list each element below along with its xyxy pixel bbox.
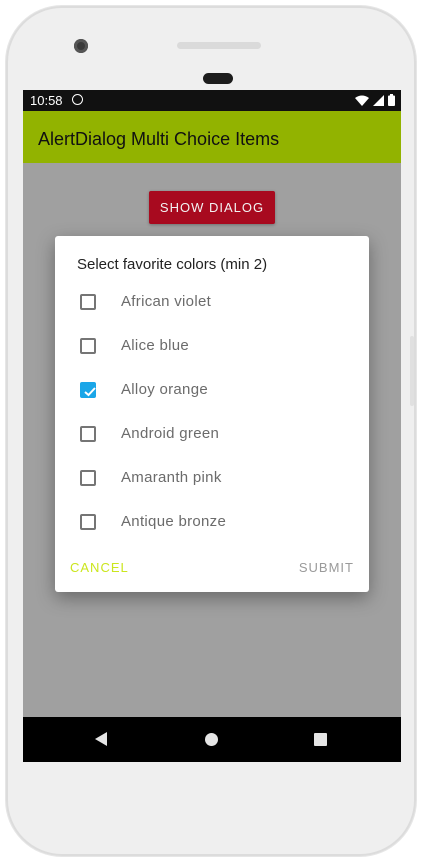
device-screen: 10:58 AlertDialog Multi Choice Items SHO…	[23, 90, 401, 762]
earpiece	[203, 73, 233, 84]
app-bar: AlertDialog Multi Choice Items	[23, 111, 401, 163]
top-speaker	[177, 42, 261, 49]
signal-icon	[373, 94, 384, 106]
battery-icon	[388, 94, 395, 106]
option-african-violet[interactable]: African violet	[55, 280, 369, 324]
option-label: Alice blue	[121, 337, 190, 354]
multi-choice-dialog: Select favorite colors (min 2) African v…	[55, 236, 369, 592]
status-bar: 10:58	[23, 90, 401, 111]
app-title: AlertDialog Multi Choice Items	[38, 129, 280, 149]
navigation-bar	[23, 717, 401, 762]
camera-icon	[74, 39, 88, 53]
option-android-green[interactable]: Android green	[55, 412, 369, 456]
status-time: 10:58	[30, 93, 63, 108]
option-amaranth-pink[interactable]: Amaranth pink	[55, 456, 369, 500]
option-label: African violet	[121, 293, 212, 310]
checkbox[interactable]	[80, 426, 96, 442]
back-icon[interactable]	[94, 731, 108, 747]
option-label: Alloy orange	[121, 381, 208, 398]
checkbox[interactable]	[80, 470, 96, 486]
option-alice-blue[interactable]: Alice blue	[55, 324, 369, 368]
notification-icon	[72, 94, 83, 105]
option-label: Android green	[121, 425, 220, 442]
option-alloy-orange[interactable]: Alloy orange	[55, 368, 369, 412]
main-content: SHOW DIALOG Select favorite colors (min …	[23, 163, 401, 717]
home-icon[interactable]	[205, 733, 218, 746]
power-button	[410, 336, 414, 406]
show-dialog-button[interactable]: SHOW DIALOG	[149, 191, 275, 224]
checkbox[interactable]	[80, 294, 96, 310]
dialog-title: Select favorite colors (min 2)	[77, 256, 268, 273]
status-icons	[355, 94, 395, 106]
option-antique-bronze[interactable]: Antique bronze	[55, 500, 369, 544]
option-label: Amaranth pink	[121, 469, 222, 486]
checkbox[interactable]	[80, 338, 96, 354]
recents-icon[interactable]	[314, 733, 327, 746]
checkbox-checked[interactable]	[80, 382, 96, 398]
checkbox[interactable]	[80, 514, 96, 530]
option-label: Antique bronze	[121, 513, 227, 530]
check-icon	[84, 387, 96, 397]
cancel-button[interactable]: CANCEL	[70, 560, 129, 575]
submit-button[interactable]: SUBMIT	[299, 560, 354, 575]
wifi-icon	[355, 95, 369, 106]
